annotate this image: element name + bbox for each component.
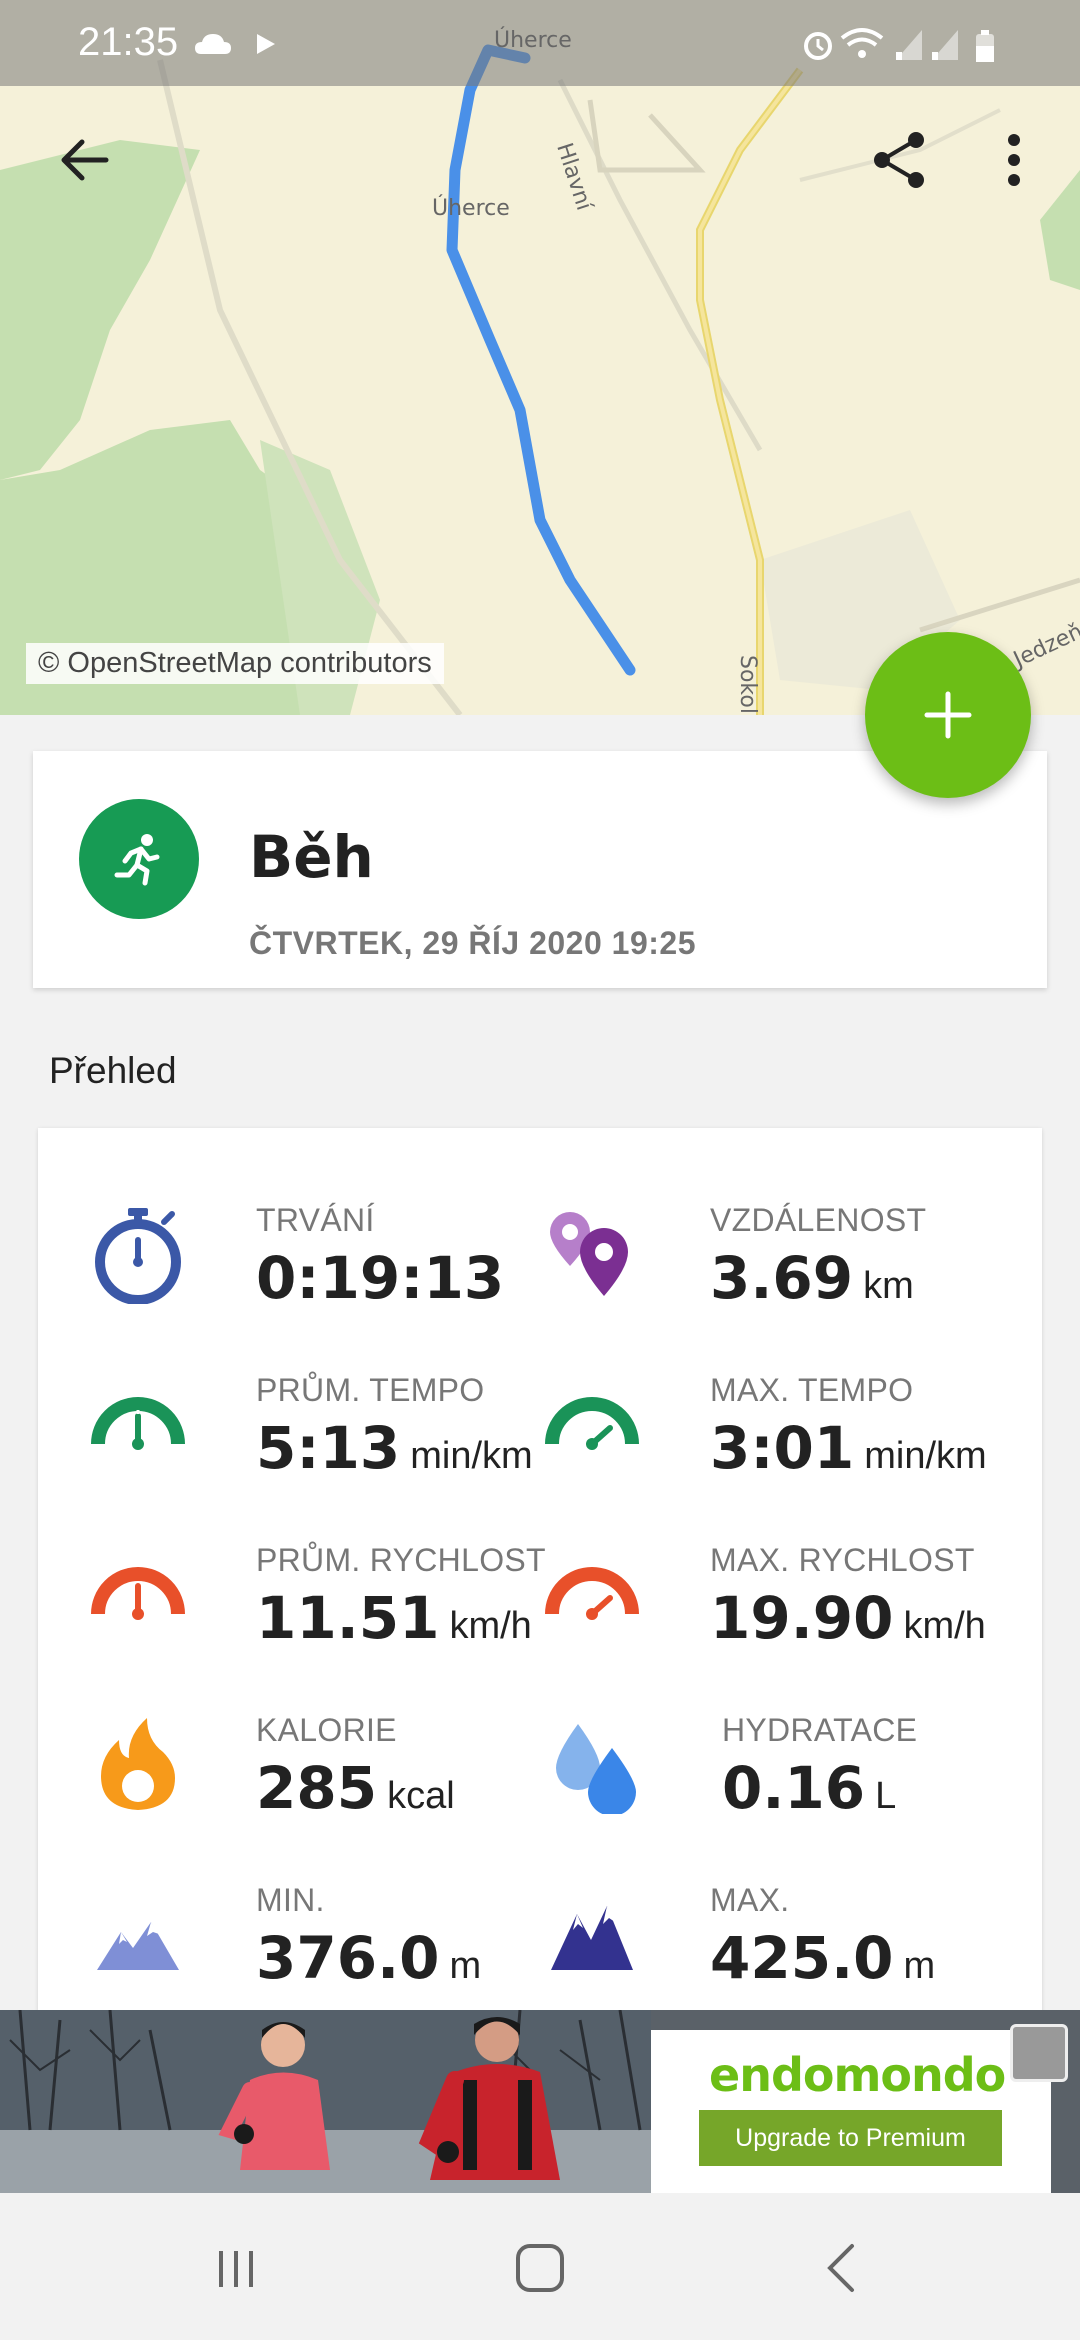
play-icon xyxy=(257,34,275,54)
stat-label: MAX. TEMPO xyxy=(710,1372,914,1408)
gauge-green-icon xyxy=(88,1374,188,1474)
ad-choices-icon[interactable] xyxy=(1010,2024,1068,2082)
more-options-button[interactable] xyxy=(974,120,1054,200)
back-icon xyxy=(827,2244,854,2292)
stat-min-elevation: MIN. 376.0 m xyxy=(88,1882,548,2014)
stats-card: TRVÁNÍ 0:19:13 VZDÁLENOST 3.69 km PRŮM. T… xyxy=(38,1128,1042,2028)
recents-button[interactable] xyxy=(196,2233,276,2303)
add-button[interactable] xyxy=(865,632,1031,798)
wifi-icon xyxy=(840,28,884,58)
alarm-icon xyxy=(804,32,832,60)
system-back-button[interactable] xyxy=(800,2233,880,2303)
home-button[interactable] xyxy=(500,2233,580,2303)
stat-unit: min/km xyxy=(410,1435,533,1477)
pins-icon xyxy=(542,1204,642,1304)
back-button[interactable] xyxy=(44,120,124,200)
signal-icon xyxy=(896,30,922,60)
stat-unit: km/h xyxy=(903,1605,986,1647)
stopwatch-icon xyxy=(88,1204,188,1304)
stat-duration: TRVÁNÍ 0:19:13 xyxy=(88,1202,548,1334)
stat-unit: km/h xyxy=(449,1605,532,1647)
plus-icon xyxy=(924,691,972,739)
stat-unit: L xyxy=(875,1775,897,1817)
gauge-red-max-icon xyxy=(542,1544,642,1644)
recents-icon xyxy=(219,2251,253,2287)
stat-label: MAX. RYCHLOST xyxy=(710,1542,975,1578)
stat-value: 376.0 xyxy=(256,1924,440,1992)
cloud-icon xyxy=(195,34,231,54)
stat-label: VZDÁLENOST xyxy=(710,1202,927,1238)
running-icon xyxy=(114,834,160,886)
stat-label: KALORIE xyxy=(256,1712,397,1748)
gauge-green-max-icon xyxy=(542,1374,642,1474)
upgrade-premium-button[interactable]: Upgrade to Premium xyxy=(699,2110,1002,2166)
stat-value: 425.0 xyxy=(710,1924,894,1992)
sport-badge xyxy=(79,799,199,919)
stat-avg-pace: PRŮM. TEMPO 5:13 min/km xyxy=(88,1372,548,1504)
map-label: Úherce xyxy=(432,196,510,221)
water-drops-icon xyxy=(548,1714,648,1814)
stat-hydration: HYDRATACE 0.16 L xyxy=(542,1712,1002,1844)
stat-value: 0:19:13 xyxy=(256,1244,505,1312)
section-title: Přehled xyxy=(49,1050,177,1091)
stat-label: TRVÁNÍ xyxy=(256,1202,375,1238)
stat-value: 285 xyxy=(256,1754,378,1822)
ad-banner[interactable]: endomondo Upgrade to Premium xyxy=(0,2010,1080,2193)
fire-icon xyxy=(88,1714,188,1814)
stat-label: MAX. xyxy=(710,1882,790,1918)
stat-calories: KALORIE 285 kcal xyxy=(88,1712,548,1844)
map-label: Sokol xyxy=(735,655,760,714)
ad-cta-panel: endomondo Upgrade to Premium xyxy=(651,2030,1051,2193)
route-map[interactable]: 21:35 Úherce Úherce Hlavní Sokol Jedzeňs… xyxy=(0,0,1080,715)
stat-unit: km xyxy=(863,1265,914,1307)
stat-max-speed: MAX. RYCHLOST 19.90 km/h xyxy=(542,1542,1002,1674)
activity-date: ČTVRTEK, 29 ŘÍJ 2020 19:25 xyxy=(249,925,696,961)
stat-distance: VZDÁLENOST 3.69 km xyxy=(542,1202,1002,1334)
stat-value: 0.16 xyxy=(722,1754,866,1822)
stat-unit: m xyxy=(903,1945,936,1987)
stat-unit: min/km xyxy=(864,1435,987,1477)
status-left-icons xyxy=(195,28,285,63)
map-label: Úherce xyxy=(494,28,572,53)
stat-label: PRŮM. TEMPO xyxy=(256,1372,485,1408)
stat-label: MIN. xyxy=(256,1882,325,1918)
stat-avg-speed: PRŮM. RYCHLOST 11.51 km/h xyxy=(88,1542,548,1674)
mountain-dark-icon xyxy=(542,1884,642,1984)
more-vertical-icon xyxy=(1008,134,1020,186)
stat-label: PRŮM. RYCHLOST xyxy=(256,1542,546,1578)
status-right-icons xyxy=(800,24,1010,69)
map-background xyxy=(0,0,1080,715)
system-navigation-bar xyxy=(0,2193,1080,2340)
mountain-light-icon xyxy=(88,1884,188,1984)
stat-value: 11.51 xyxy=(256,1584,440,1652)
stat-max-pace: MAX. TEMPO 3:01 min/km xyxy=(542,1372,1002,1504)
battery-icon xyxy=(976,30,994,62)
map-attribution[interactable]: © OpenStreetMap contributors xyxy=(26,643,444,684)
home-icon xyxy=(516,2244,564,2292)
gauge-red-icon xyxy=(88,1544,188,1644)
stat-value: 3:01 xyxy=(710,1414,855,1482)
ad-brand-logo: endomondo xyxy=(709,2048,1006,2102)
stat-max-elevation: MAX. 425.0 m xyxy=(542,1882,1002,2014)
stat-value: 19.90 xyxy=(710,1584,894,1652)
stat-unit: m xyxy=(449,1945,482,1987)
status-time: 21:35 xyxy=(78,20,179,64)
stat-value: 3.69 xyxy=(710,1244,854,1312)
signal-icon xyxy=(932,30,958,60)
activity-title: Běh xyxy=(249,823,374,891)
arrow-left-icon xyxy=(61,139,109,181)
stat-unit: kcal xyxy=(387,1775,455,1817)
share-icon xyxy=(874,132,924,188)
share-button[interactable] xyxy=(860,120,940,200)
stat-value: 5:13 xyxy=(256,1414,401,1482)
activity-header-card: Běh ČTVRTEK, 29 ŘÍJ 2020 19:25 xyxy=(33,751,1047,988)
stat-label: HYDRATACE xyxy=(722,1712,918,1748)
ad-photo xyxy=(0,2010,651,2193)
